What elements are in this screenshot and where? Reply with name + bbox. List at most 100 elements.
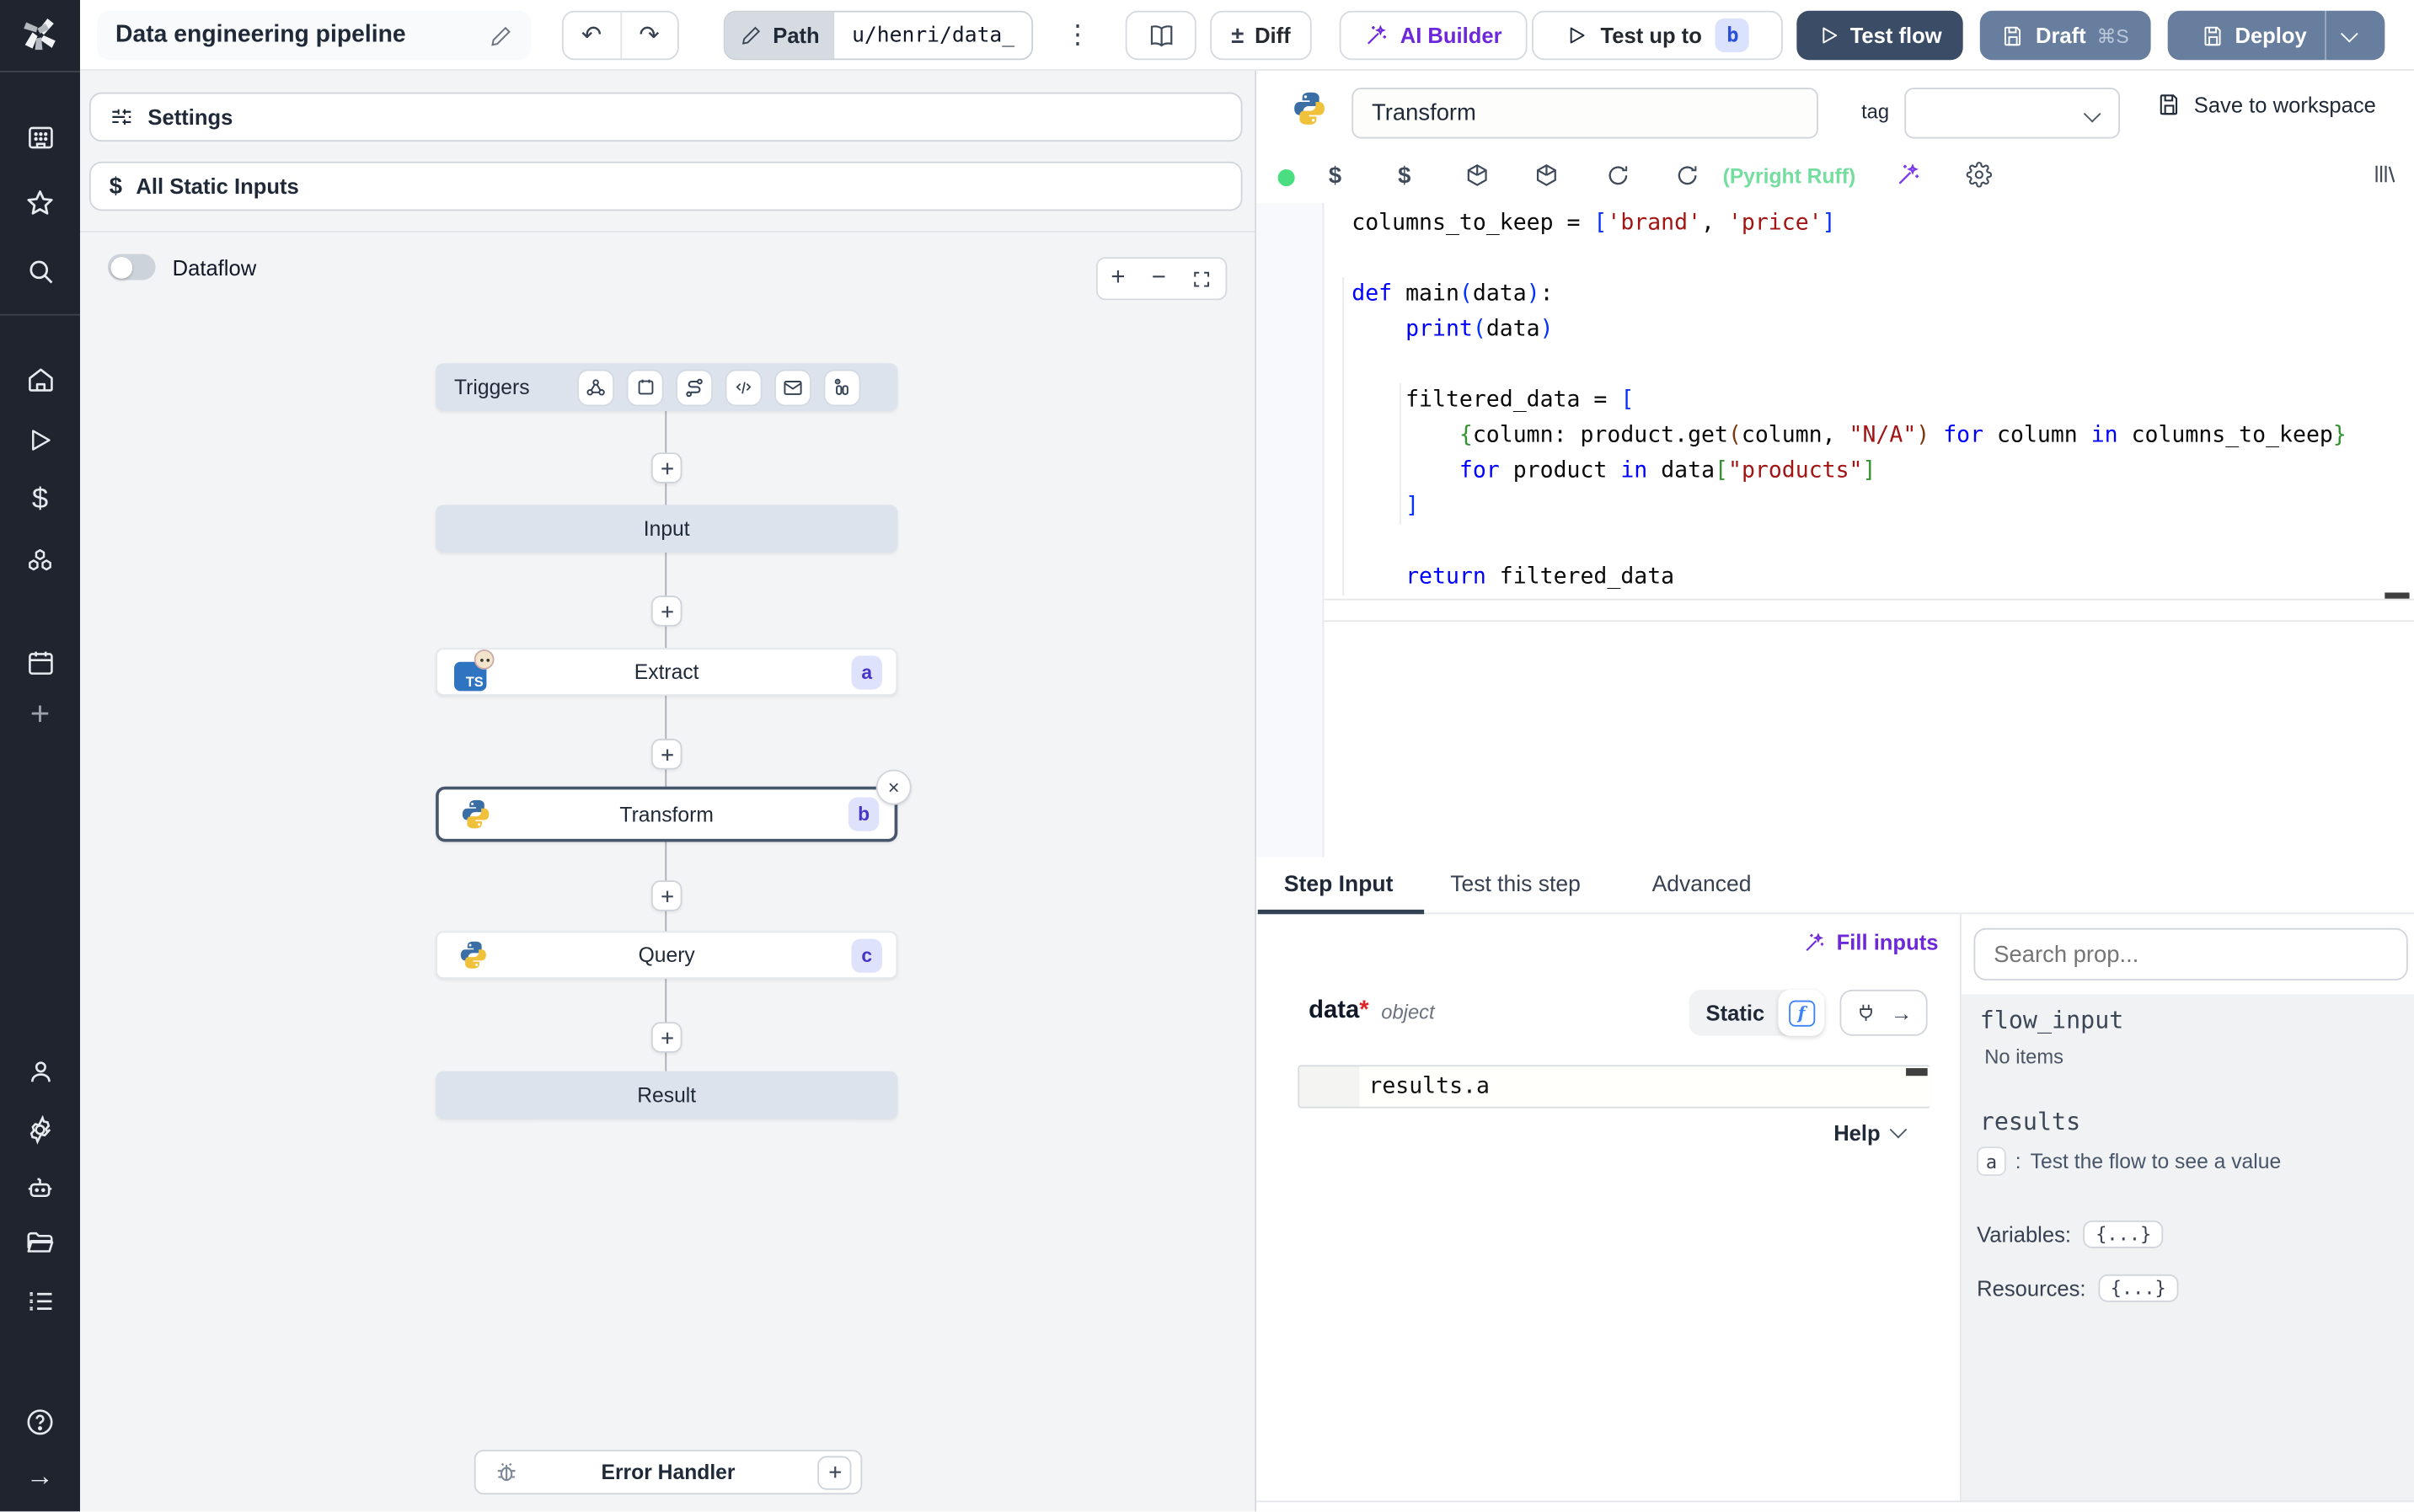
- tag-select[interactable]: [1904, 88, 2121, 139]
- schedule-trigger-icon[interactable]: [628, 370, 662, 404]
- add-step-button[interactable]: [650, 452, 682, 484]
- flow-settings-bar[interactable]: Settings: [88, 92, 1243, 142]
- flow-title-chip[interactable]: Data engineering pipeline: [97, 10, 532, 61]
- javascript-expr-mode-button[interactable]: f: [1778, 989, 1825, 1036]
- user-icon[interactable]: [0, 1053, 80, 1090]
- result-node[interactable]: Result: [436, 1071, 898, 1119]
- add-step-button[interactable]: [650, 596, 682, 627]
- undo-button[interactable]: ↶: [564, 12, 622, 59]
- query-node[interactable]: Query c: [436, 931, 898, 980]
- editor-scrollbar-track[interactable]: [1324, 598, 2414, 622]
- library-icon[interactable]: [2373, 162, 2397, 186]
- test-flow-button[interactable]: Test flow: [1796, 10, 1963, 61]
- more-options-kebab-icon[interactable]: ⋮: [1059, 11, 1096, 60]
- deploy-button[interactable]: Deploy: [2180, 11, 2326, 60]
- runs-play-icon[interactable]: [0, 422, 80, 459]
- refresh-icon[interactable]: [1675, 163, 1699, 188]
- help-icon[interactable]: [0, 1403, 80, 1440]
- ai-magic-wand-icon[interactable]: [1895, 162, 1921, 188]
- resources-cubes-icon[interactable]: [0, 543, 80, 580]
- editor-settings-gear-icon[interactable]: [1966, 162, 1993, 188]
- add-step-button[interactable]: [650, 880, 682, 911]
- refresh-icon[interactable]: [1606, 163, 1630, 188]
- fit-view-icon[interactable]: [1192, 269, 1212, 289]
- arrow-right-icon: →: [1890, 1000, 1913, 1025]
- workspace-apps-icon[interactable]: [0, 119, 80, 156]
- webhook-trigger-icon[interactable]: [579, 370, 613, 404]
- variables-dollar-icon[interactable]: $: [1398, 163, 1410, 190]
- save-icon: [2005, 25, 2021, 45]
- add-step-button[interactable]: [650, 1022, 682, 1053]
- magic-wand-icon: [1368, 24, 1387, 45]
- expr-value[interactable]: results.a: [1368, 1074, 1490, 1098]
- test-up-to-button[interactable]: Test up to b: [1532, 10, 1783, 61]
- tab-test-this-step[interactable]: Test this step: [1450, 858, 1581, 913]
- settings-gear-icon[interactable]: [0, 1111, 80, 1148]
- error-handler-node[interactable]: Error Handler: [474, 1450, 863, 1495]
- result-a-row[interactable]: a : Test the flow to see a value: [1977, 1146, 2281, 1176]
- diff-button[interactable]: ± Diff: [1210, 10, 1312, 61]
- help-dropdown[interactable]: Help: [1833, 1120, 1908, 1145]
- results-section-label[interactable]: results: [1980, 1109, 2080, 1136]
- folders-icon[interactable]: [0, 1225, 80, 1262]
- add-error-handler-button[interactable]: [817, 1455, 852, 1489]
- static-mode-label[interactable]: Static: [1706, 1001, 1765, 1025]
- edit-title-pencil-icon[interactable]: [490, 24, 512, 46]
- resources-object-chip[interactable]: {...}: [2098, 1274, 2179, 1302]
- add-step-button[interactable]: [650, 739, 682, 770]
- variables-row[interactable]: Variables: {...}: [1977, 1220, 2164, 1248]
- step-name-input[interactable]: [1352, 88, 1818, 139]
- path-value[interactable]: u/henri/data_: [834, 12, 1032, 59]
- docs-button[interactable]: [1125, 10, 1196, 61]
- variables-dollar-icon[interactable]: $: [0, 482, 80, 519]
- fill-inputs-button[interactable]: Fill inputs: [1802, 930, 1938, 954]
- poll-trigger-icon[interactable]: [825, 370, 859, 404]
- zoom-in-button[interactable]: +: [1111, 264, 1125, 292]
- logs-list-icon[interactable]: [0, 1282, 80, 1319]
- windmill-flow-editor: $ + → Data engineering pipeline ↶ ↷ Path…: [0, 0, 2414, 1512]
- http-route-trigger-icon[interactable]: [677, 370, 712, 404]
- package-icon[interactable]: [1464, 163, 1491, 190]
- flow-input-section-label[interactable]: flow_input: [1980, 1007, 2124, 1034]
- deploy-dropdown-button[interactable]: [2327, 11, 2374, 60]
- arg-data-row-label: data* object: [1309, 997, 1435, 1025]
- static-inputs-dollar-icon[interactable]: $: [1329, 163, 1341, 190]
- add-plus-icon[interactable]: +: [0, 694, 80, 733]
- path-editor[interactable]: Path u/henri/data_: [723, 10, 1034, 61]
- book-icon: [1149, 24, 1172, 46]
- zoom-out-button[interactable]: −: [1152, 264, 1166, 292]
- resources-row[interactable]: Resources: {...}: [1977, 1274, 2179, 1302]
- search-icon[interactable]: [0, 253, 80, 290]
- workers-robot-icon[interactable]: [0, 1170, 80, 1207]
- magic-wand-icon: [1806, 932, 1824, 951]
- delete-step-close-icon[interactable]: ×: [875, 769, 912, 805]
- collapse-arrow-icon[interactable]: →: [0, 1457, 80, 1494]
- transform-node-selected[interactable]: Transform b ×: [436, 769, 912, 842]
- ai-builder-button[interactable]: AI Builder: [1339, 10, 1528, 61]
- prop-search-input[interactable]: [1973, 927, 2408, 980]
- all-static-inputs-bar[interactable]: $ All Static Inputs: [88, 161, 1243, 211]
- triggers-node[interactable]: Triggers: [436, 363, 898, 411]
- package-icon[interactable]: [1534, 163, 1560, 190]
- websocket-trigger-icon[interactable]: [726, 370, 761, 404]
- home-icon[interactable]: [0, 361, 80, 398]
- result-key-badge: a: [1977, 1146, 2006, 1176]
- draft-button[interactable]: Draft ⌘S: [1979, 10, 2151, 61]
- favorites-star-icon[interactable]: [0, 184, 80, 222]
- connect-input-button[interactable]: →: [1839, 989, 1928, 1036]
- dataflow-toggle[interactable]: [107, 254, 156, 280]
- code-lines[interactable]: columns_to_keep = ['brand', 'price'] def…: [1352, 206, 2347, 596]
- variables-object-chip[interactable]: {...}: [2083, 1220, 2164, 1248]
- fill-inputs-label: Fill inputs: [1836, 929, 1939, 954]
- tab-step-input[interactable]: Step Input: [1284, 858, 1394, 913]
- redo-button[interactable]: ↷: [621, 13, 677, 59]
- expr-editor[interactable]: results.a: [1298, 1065, 1931, 1109]
- tab-advanced[interactable]: Advanced: [1652, 858, 1752, 913]
- schedules-calendar-icon[interactable]: [0, 644, 80, 681]
- windmill-logo-icon[interactable]: [0, 13, 80, 51]
- save-to-workspace-button[interactable]: Save to workspace: [2157, 93, 2376, 117]
- draft-label: Draft: [2035, 23, 2086, 48]
- extract-node[interactable]: TS Extract a: [436, 648, 898, 696]
- input-node[interactable]: Input: [436, 505, 898, 553]
- email-trigger-icon[interactable]: [775, 370, 811, 404]
